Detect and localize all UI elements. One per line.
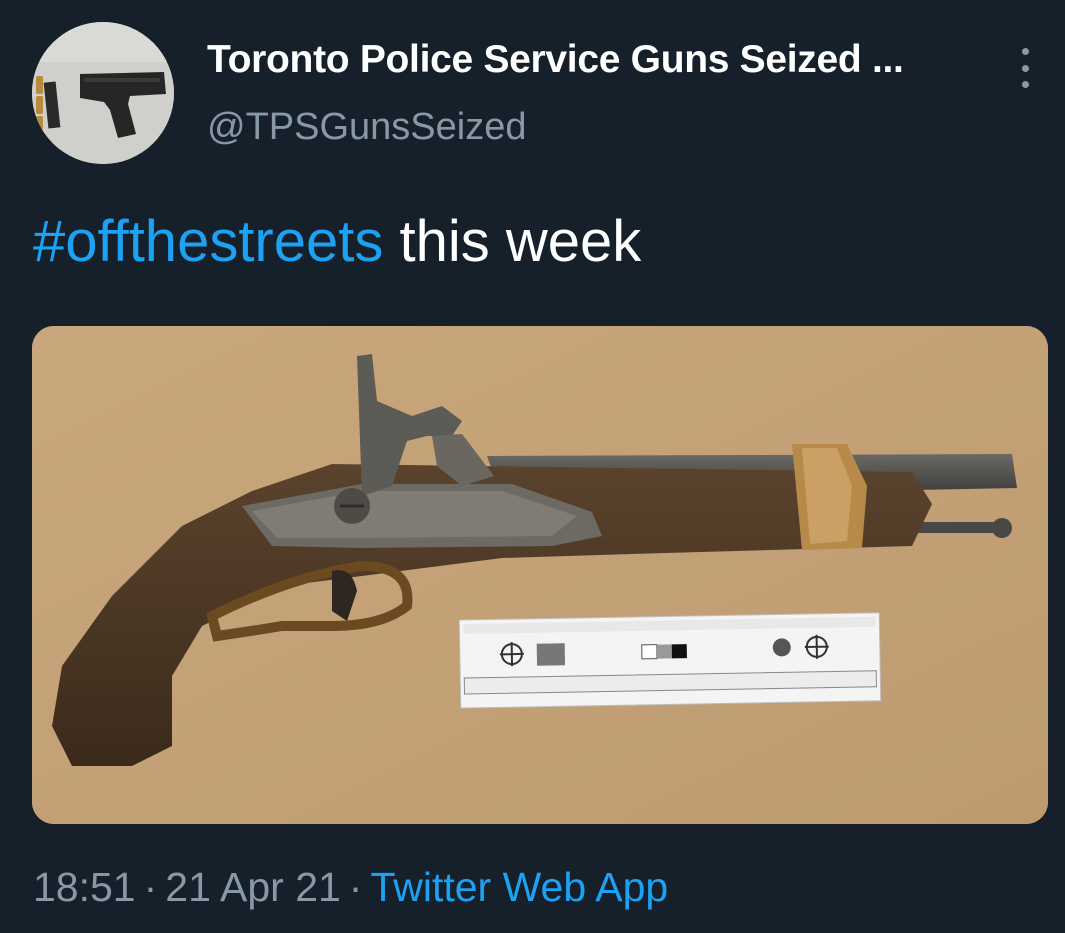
avatar-image [32, 22, 174, 164]
tweet-text: #offthestreets this week [33, 208, 641, 275]
tweet-media-photo[interactable] [32, 326, 1048, 824]
author-display-name[interactable]: Toronto Police Service Guns Seized ... [207, 38, 904, 82]
pistol-photo [32, 326, 1048, 824]
author-handle[interactable]: @TPSGunsSeized [207, 106, 527, 149]
tweet-time[interactable]: 18:51 [33, 864, 136, 910]
more-options-button[interactable] [1010, 44, 1040, 92]
meta-separator: · [143, 864, 158, 910]
hashtag-link[interactable]: #offthestreets [33, 209, 383, 274]
tweet-body-text: this week [383, 209, 642, 274]
tweet-metadata: 18:51 · 21 Apr 21 · Twitter Web App [33, 864, 668, 911]
more-vertical-icon-dot [1021, 64, 1029, 72]
meta-separator: · [348, 864, 363, 910]
more-vertical-icon-dot [1021, 81, 1029, 88]
tweet-date[interactable]: 21 Apr 21 [165, 864, 341, 910]
avatar[interactable] [32, 22, 174, 164]
more-vertical-icon [1021, 48, 1029, 55]
tweet-source-link[interactable]: Twitter Web App [370, 864, 668, 910]
